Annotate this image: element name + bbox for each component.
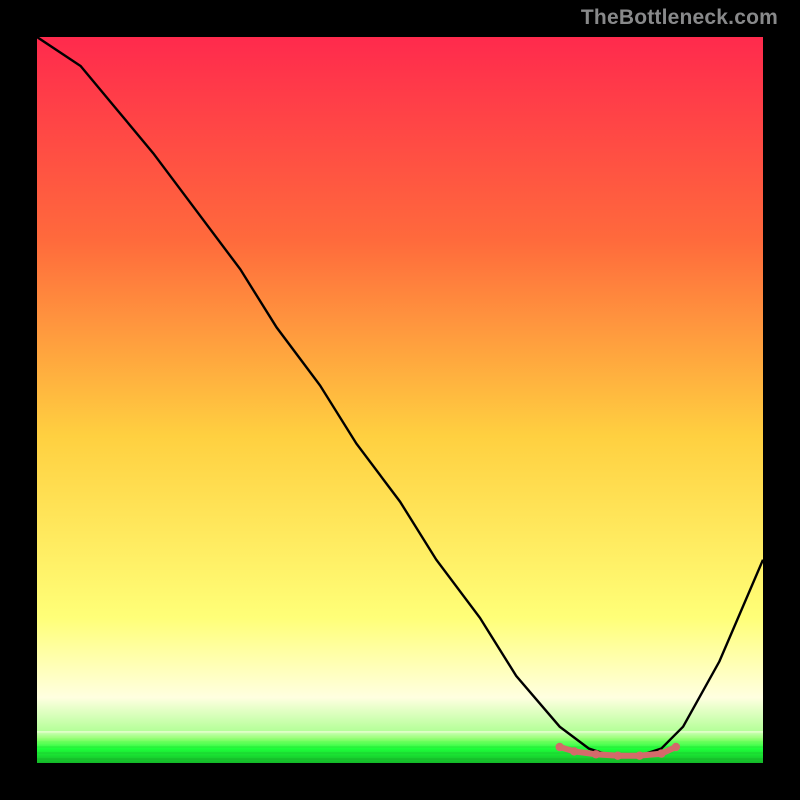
marker-dot bbox=[657, 749, 665, 757]
green-band bbox=[37, 731, 763, 763]
marker-dot bbox=[556, 743, 564, 751]
marker-dot bbox=[672, 743, 680, 751]
chart-svg bbox=[37, 37, 763, 763]
watermark-text: TheBottleneck.com bbox=[581, 6, 778, 30]
marker-dot bbox=[614, 752, 622, 760]
chart-container: TheBottleneck.com bbox=[0, 0, 800, 800]
marker-dot bbox=[570, 747, 578, 755]
plot-area bbox=[37, 37, 763, 763]
marker-dot bbox=[635, 752, 643, 760]
marker-dot bbox=[592, 750, 600, 758]
